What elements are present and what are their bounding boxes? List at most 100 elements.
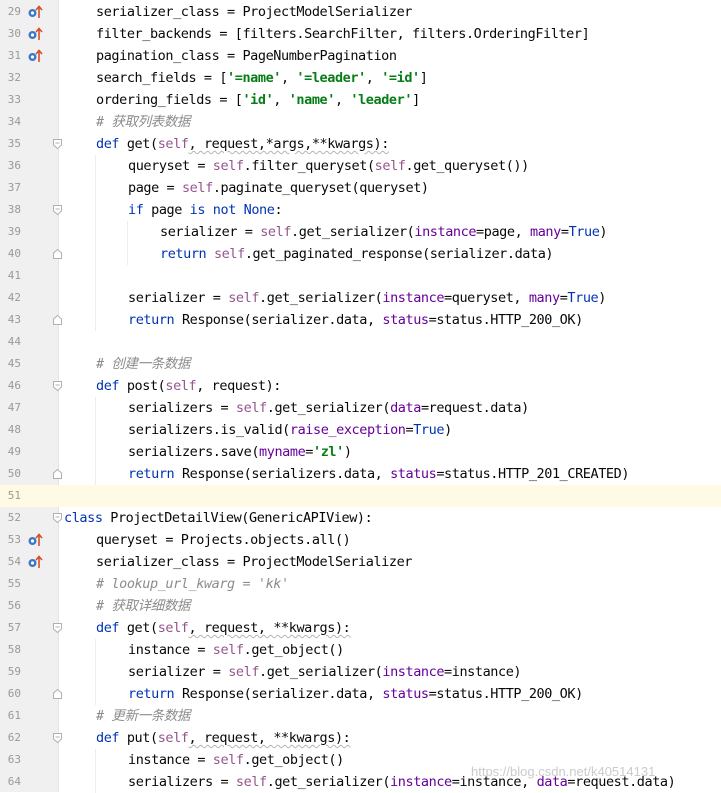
override-marker-icon[interactable]	[27, 4, 43, 20]
code-content[interactable]: filter_backends = [filters.SearchFilter,…	[96, 23, 590, 45]
code-line[interactable]: 45 # 创建一条数据	[0, 353, 721, 375]
code-content[interactable]: serializers = self.get_serializer(data=r…	[128, 397, 529, 419]
code-content[interactable]: serializer = self.get_serializer(instanc…	[128, 661, 522, 683]
code-editor[interactable]: 29 serializer_class = ProjectModelSeriali…	[0, 1, 721, 793]
fold-open-icon[interactable]	[53, 733, 62, 743]
line-number[interactable]: 46	[0, 375, 21, 397]
code-line[interactable]: 42 serializer = self.get_serializer(insta…	[0, 287, 721, 309]
code-line[interactable]: 33 ordering_fields = ['id', 'name', 'lead…	[0, 89, 721, 111]
code-line[interactable]: 51	[0, 485, 721, 507]
line-number[interactable]: 36	[0, 155, 21, 177]
code-line[interactable]: 32 search_fields = ['=name', '=leader', '…	[0, 67, 721, 89]
code-content[interactable]: return Response(serializer.data, status=…	[128, 309, 583, 331]
code-content[interactable]: instance = self.get_object()	[128, 639, 344, 661]
code-content[interactable]: # lookup_url_kwarg = 'kk'	[96, 573, 289, 595]
code-line[interactable]: 34 # 获取列表数据	[0, 111, 721, 133]
override-marker-icon[interactable]	[27, 532, 43, 548]
override-marker-icon[interactable]	[27, 26, 43, 42]
line-number[interactable]: 62	[0, 727, 21, 749]
code-line[interactable]: 41	[0, 265, 721, 287]
line-number[interactable]: 39	[0, 221, 21, 243]
line-number[interactable]: 43	[0, 309, 21, 331]
code-content[interactable]: serializer_class = ProjectModelSerialize…	[96, 551, 412, 573]
code-content[interactable]: def put(self, request, **kwargs):	[96, 727, 351, 749]
line-number[interactable]: 55	[0, 573, 21, 595]
line-number[interactable]: 50	[0, 463, 21, 485]
code-line[interactable]: 40 return self.get_paginated_response(ser…	[0, 243, 721, 265]
code-content[interactable]: instance = self.get_object()	[128, 749, 344, 771]
line-number[interactable]: 40	[0, 243, 21, 265]
code-content[interactable]: serializer = self.get_serializer(instanc…	[160, 221, 608, 243]
code-line[interactable]: 37 page = self.paginate_queryset(queryset…	[0, 177, 721, 199]
line-number[interactable]: 49	[0, 441, 21, 463]
code-line[interactable]: 36 queryset = self.filter_queryset(self.g…	[0, 155, 721, 177]
line-number[interactable]: 58	[0, 639, 21, 661]
line-number[interactable]: 29	[0, 1, 21, 23]
code-line[interactable]: 29 serializer_class = ProjectModelSeriali…	[0, 1, 721, 23]
code-line[interactable]: 44	[0, 331, 721, 353]
code-line[interactable]: 50 return Response(serializers.data, stat…	[0, 463, 721, 485]
code-content[interactable]: def get(self, request,*args,**kwargs):	[96, 133, 389, 155]
line-number[interactable]: 64	[0, 771, 21, 793]
code-content[interactable]: def get(self, request, **kwargs):	[96, 617, 351, 639]
line-number[interactable]: 45	[0, 353, 21, 375]
line-number[interactable]: 53	[0, 529, 21, 551]
code-content[interactable]: # 创建一条数据	[96, 353, 190, 375]
code-line[interactable]: 54 serializer_class = ProjectModelSeriali…	[0, 551, 721, 573]
line-number[interactable]: 32	[0, 67, 21, 89]
code-line[interactable]: 58 instance = self.get_object()	[0, 639, 721, 661]
line-number[interactable]: 30	[0, 23, 21, 45]
line-number[interactable]: 35	[0, 133, 21, 155]
fold-open-icon[interactable]	[53, 139, 62, 149]
fold-end-icon[interactable]	[53, 315, 62, 325]
code-content[interactable]: ordering_fields = ['id', 'name', 'leader…	[96, 89, 420, 111]
code-content[interactable]: # 获取列表数据	[96, 111, 190, 133]
line-number[interactable]: 44	[0, 331, 21, 353]
code-line[interactable]: 30 filter_backends = [filters.SearchFilte…	[0, 23, 721, 45]
line-number[interactable]: 52	[0, 507, 21, 529]
line-number[interactable]: 47	[0, 397, 21, 419]
code-line[interactable]: 46 def post(self, request):	[0, 375, 721, 397]
code-line[interactable]: 35 def get(self, request,*args,**kwargs):	[0, 133, 721, 155]
code-content[interactable]: serializers.save(myname='zl')	[128, 441, 352, 463]
line-number[interactable]: 33	[0, 89, 21, 111]
code-line[interactable]: 31 pagination_class = PageNumberPaginatio…	[0, 45, 721, 67]
code-line[interactable]: 39 serializer = self.get_serializer(insta…	[0, 221, 721, 243]
code-line[interactable]: 47 serializers = self.get_serializer(data…	[0, 397, 721, 419]
line-number[interactable]: 48	[0, 419, 21, 441]
fold-open-icon[interactable]	[53, 381, 62, 391]
override-marker-icon[interactable]	[27, 48, 43, 64]
line-number[interactable]: 54	[0, 551, 21, 573]
code-content[interactable]: return Response(serializers.data, status…	[128, 463, 629, 485]
override-marker-icon[interactable]	[27, 554, 43, 570]
code-content[interactable]: return Response(serializer.data, status=…	[128, 683, 583, 705]
code-line[interactable]: 59 serializer = self.get_serializer(insta…	[0, 661, 721, 683]
line-number[interactable]: 42	[0, 287, 21, 309]
code-content[interactable]: return self.get_paginated_response(seria…	[160, 243, 554, 265]
fold-open-icon[interactable]	[53, 513, 62, 523]
code-content[interactable]: # 获取详细数据	[96, 595, 190, 617]
code-line[interactable]: 52 class ProjectDetailView(GenericAPIView…	[0, 507, 721, 529]
line-number[interactable]: 56	[0, 595, 21, 617]
line-number[interactable]: 61	[0, 705, 21, 727]
code-content[interactable]: page = self.paginate_queryset(queryset)	[128, 177, 429, 199]
code-content[interactable]: pagination_class = PageNumberPagination	[96, 45, 397, 67]
code-line[interactable]: 61 # 更新一条数据	[0, 705, 721, 727]
line-number[interactable]: 38	[0, 199, 21, 221]
code-line[interactable]: 48 serializers.is_valid(raise_exception=T…	[0, 419, 721, 441]
code-line[interactable]: 57 def get(self, request, **kwargs):	[0, 617, 721, 639]
line-number[interactable]: 34	[0, 111, 21, 133]
line-number[interactable]: 41	[0, 265, 21, 287]
fold-end-icon[interactable]	[53, 689, 62, 699]
code-content[interactable]: serializers.is_valid(raise_exception=Tru…	[128, 419, 452, 441]
line-number[interactable]: 57	[0, 617, 21, 639]
code-line[interactable]: 60 return Response(serializer.data, statu…	[0, 683, 721, 705]
code-line[interactable]: 49 serializers.save(myname='zl')	[0, 441, 721, 463]
code-content[interactable]: queryset = self.filter_queryset(self.get…	[128, 155, 529, 177]
code-content[interactable]: queryset = Projects.objects.all()	[96, 529, 351, 551]
fold-end-icon[interactable]	[53, 469, 62, 479]
code-line[interactable]: 53 queryset = Projects.objects.all()	[0, 529, 721, 551]
code-content[interactable]: def post(self, request):	[96, 375, 281, 397]
fold-open-icon[interactable]	[53, 205, 62, 215]
code-content[interactable]: serializer = self.get_serializer(instanc…	[128, 287, 606, 309]
